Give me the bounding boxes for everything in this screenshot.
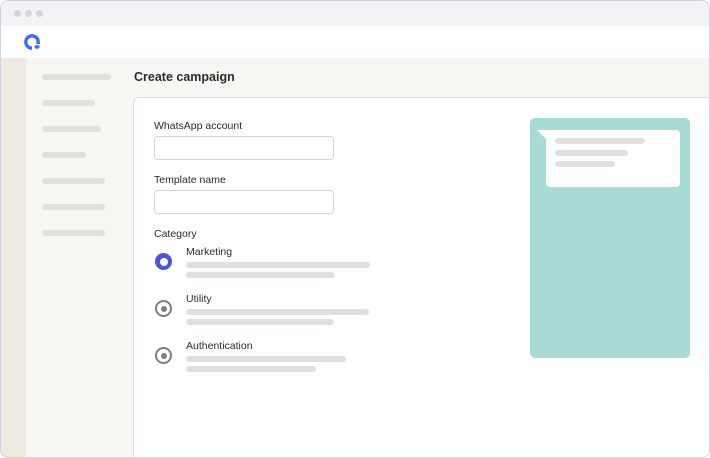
category-label: Category bbox=[154, 228, 197, 240]
window-close-dot[interactable] bbox=[14, 10, 21, 17]
sidebar-item-placeholder[interactable] bbox=[42, 126, 101, 132]
sidebar-item-placeholder[interactable] bbox=[42, 230, 105, 236]
message-text-placeholder bbox=[555, 161, 615, 167]
category-option-label: Marketing bbox=[186, 246, 233, 258]
sidebar-item-placeholder[interactable] bbox=[42, 204, 105, 210]
sidebar-nav bbox=[26, 58, 133, 457]
template-name-label: Template name bbox=[154, 174, 226, 186]
option-description-placeholder bbox=[186, 262, 370, 268]
window-maximize-dot[interactable] bbox=[36, 10, 43, 17]
left-rail bbox=[1, 58, 26, 457]
browser-window: Create campaign WhatsApp account Templat… bbox=[0, 0, 710, 458]
page-title: Create campaign bbox=[134, 70, 235, 84]
option-description-placeholder bbox=[186, 309, 369, 315]
bubble-tail bbox=[537, 130, 547, 140]
whatsapp-account-input[interactable] bbox=[154, 136, 334, 160]
message-bubble bbox=[537, 130, 680, 187]
category-option-label: Authentication bbox=[186, 340, 253, 352]
radio-selected-icon[interactable] bbox=[155, 253, 172, 270]
category-option-label: Utility bbox=[186, 293, 212, 305]
option-description-placeholder bbox=[186, 319, 334, 325]
app-header bbox=[1, 26, 709, 58]
option-description-placeholder bbox=[186, 272, 335, 278]
radio-unselected-icon[interactable] bbox=[155, 347, 172, 364]
sidebar-item-placeholder[interactable] bbox=[42, 100, 95, 106]
whatsapp-account-label: WhatsApp account bbox=[154, 120, 243, 132]
template-name-input[interactable] bbox=[154, 190, 334, 214]
option-description-placeholder bbox=[186, 356, 346, 362]
sidebar-item-placeholder[interactable] bbox=[42, 178, 105, 184]
window-minimize-dot[interactable] bbox=[25, 10, 32, 17]
message-text-placeholder bbox=[555, 150, 628, 156]
window-titlebar bbox=[1, 1, 709, 26]
sidebar-item-placeholder[interactable] bbox=[42, 74, 111, 80]
message-text-placeholder bbox=[555, 138, 645, 144]
sidebar-item-placeholder[interactable] bbox=[42, 152, 86, 158]
radio-unselected-icon[interactable] bbox=[155, 300, 172, 317]
option-description-placeholder bbox=[186, 366, 316, 372]
app-logo-icon[interactable] bbox=[23, 33, 41, 51]
message-preview-panel bbox=[530, 118, 690, 358]
